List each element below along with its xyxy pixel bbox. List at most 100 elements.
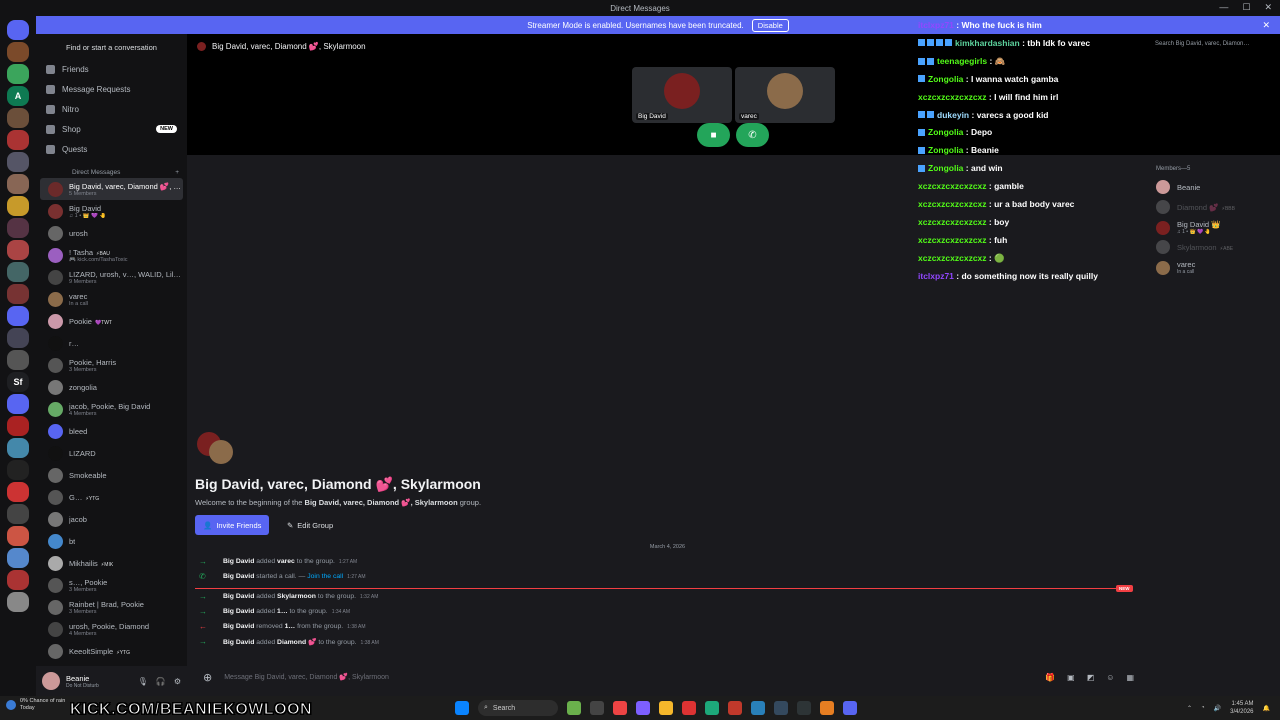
windows-start-icon[interactable] [455, 701, 469, 715]
weather-widget[interactable]: 0% Chance of rain Today [6, 698, 65, 712]
nav-message-requests[interactable]: Message Requests [36, 79, 187, 99]
dm-list-item[interactable]: G… ⚡YTG [40, 486, 183, 508]
server-icon[interactable] [7, 328, 29, 348]
folder-icon[interactable] [659, 701, 673, 715]
server-icon[interactable] [7, 130, 29, 150]
server-icon[interactable] [7, 284, 29, 304]
server-icon[interactable] [7, 592, 29, 612]
server-icon[interactable] [7, 416, 29, 436]
disable-streamer-button[interactable]: Disable [751, 18, 789, 32]
dm-list-item[interactable]: Rainbet | Brad, Pookie 3 Members [40, 596, 183, 618]
dm-list-item[interactable]: urosh, Pookie, Diamond 4 Members [40, 618, 183, 640]
close-banner-icon[interactable]: ✕ [1262, 20, 1270, 31]
dm-list-item[interactable]: jacob [40, 508, 183, 530]
volume-icon[interactable]: 🔊 [1214, 705, 1221, 712]
dm-list-item[interactable]: Mikhailis ⚡MIK [40, 552, 183, 574]
server-icon[interactable] [7, 262, 29, 282]
actor[interactable]: Big David [223, 623, 254, 630]
message-input[interactable]: Message Big David, varec, Diamond 💕, Sky… [224, 673, 389, 681]
task-view-icon[interactable] [590, 701, 604, 715]
edge-icon[interactable] [705, 701, 719, 715]
target[interactable]: 1… [277, 608, 288, 615]
dm-list-item[interactable]: jacob, Pookie, Big David 4 Members [40, 398, 183, 420]
dm-list-item[interactable]: Big David, varec, Diamond 💕, S… 5 Members [40, 178, 183, 200]
target[interactable]: varec [277, 558, 295, 565]
app-icon[interactable] [613, 701, 627, 715]
actor[interactable]: Big David [223, 558, 254, 565]
headphones-icon[interactable]: 🎧 [156, 677, 166, 686]
app-icon[interactable] [682, 701, 696, 715]
gift-icon[interactable]: 🎁 [1045, 673, 1055, 682]
server-icon[interactable] [7, 438, 29, 458]
member-item[interactable]: Skylarmoon ⚡ABE [1156, 240, 1233, 254]
app-icon[interactable] [636, 701, 650, 715]
server-icon[interactable] [7, 306, 29, 326]
discord-icon[interactable] [843, 701, 857, 715]
app-icon[interactable] [728, 701, 742, 715]
member-item[interactable]: Diamond 💕 ⚡BBB [1156, 200, 1235, 214]
add-attachment-icon[interactable]: ⊕ [203, 671, 212, 684]
close-icon[interactable]: ✕ [1264, 2, 1272, 13]
actor[interactable]: Big David [223, 573, 254, 580]
call-tile-big-david[interactable]: Big David [632, 67, 732, 123]
dm-list-item[interactable]: urosh [40, 222, 183, 244]
target[interactable]: Skylarmoon [277, 593, 316, 600]
apps-icon[interactable]: ▦ [1126, 673, 1134, 682]
settings-gear-icon[interactable]: ⚙ [174, 677, 181, 686]
member-item[interactable]: varec In a call [1156, 260, 1195, 275]
join-call-button[interactable]: ✆ [736, 123, 769, 147]
invite-friends-button[interactable]: 👤 Invite Friends [195, 515, 270, 535]
target[interactable]: 1… [285, 623, 296, 630]
dm-list-item[interactable]: Pookie, Harris 3 Members [40, 354, 183, 376]
nav-nitro[interactable]: Nitro [36, 99, 187, 119]
dm-list-item[interactable]: LIZARD, urosh, v…, WALID, Lile… 9 Members [40, 266, 183, 288]
message-composer[interactable]: ⊕ Message Big David, varec, Diamond 💕, S… [195, 666, 1140, 688]
dm-list-item[interactable]: KeeoltSimple ⚡YTG [40, 640, 183, 662]
sticker-icon[interactable]: ◩ [1087, 673, 1095, 682]
taskbar-search[interactable]: ⌕ Search [478, 700, 558, 716]
server-icon[interactable] [7, 350, 29, 370]
find-conversation-button[interactable]: Find or start a conversation [42, 40, 181, 55]
avatar[interactable] [42, 672, 60, 690]
gif-icon[interactable]: ▣ [1067, 673, 1075, 682]
mic-icon[interactable]: 🎙 [138, 677, 148, 686]
dm-list-item[interactable]: varec In a call [40, 288, 183, 310]
maximize-icon[interactable]: ☐ [1242, 2, 1250, 13]
server-icon[interactable] [7, 240, 29, 260]
server-icon[interactable] [7, 570, 29, 590]
server-icon[interactable] [7, 394, 29, 414]
server-icon[interactable] [7, 152, 29, 172]
server-icon[interactable] [7, 64, 29, 84]
app-icon[interactable] [820, 701, 834, 715]
server-icon[interactable] [7, 460, 29, 480]
dm-list-item[interactable]: zongolia [40, 376, 183, 398]
emoji-icon[interactable]: ☺ [1106, 673, 1114, 682]
server-icon[interactable]: A [7, 86, 29, 106]
call-tile-varec[interactable]: varec [735, 67, 835, 123]
nav-friends[interactable]: Friends [36, 59, 187, 79]
add-dm-icon[interactable]: + [175, 169, 179, 176]
server-icon[interactable] [7, 548, 29, 568]
server-icon[interactable] [7, 196, 29, 216]
app-icon[interactable] [774, 701, 788, 715]
notification-icon[interactable]: 🔔 [1263, 705, 1270, 712]
server-icon[interactable]: Sf [7, 372, 29, 392]
dm-list-item[interactable]: Smokeable [40, 464, 183, 486]
chevron-up-icon[interactable]: ⌃ [1187, 705, 1192, 712]
member-item[interactable]: Beanie [1156, 180, 1200, 194]
join-call-link[interactable]: Join the call [307, 573, 343, 580]
camera-button[interactable]: ■ [697, 123, 730, 147]
dm-list-item[interactable]: bleed [40, 420, 183, 442]
search-input[interactable]: Search Big David, varec, Diamon… [1155, 41, 1249, 47]
server-icon[interactable] [7, 174, 29, 194]
dm-list-item[interactable]: ! Tasha ⚡BAU 🎮 kick.com/TashaToxic [40, 244, 183, 266]
server-icon[interactable] [7, 42, 29, 62]
app-icon[interactable] [797, 701, 811, 715]
server-icon[interactable] [7, 108, 29, 128]
server-icon[interactable] [7, 218, 29, 238]
wifi-icon[interactable]: ◔ [1201, 705, 1205, 711]
minimize-icon[interactable]: — [1219, 2, 1228, 13]
actor[interactable]: Big David [223, 639, 254, 646]
edit-group-button[interactable]: ✎ Edit Group [281, 515, 339, 535]
dm-list-item[interactable]: Pookie 💜TWT [40, 310, 183, 332]
